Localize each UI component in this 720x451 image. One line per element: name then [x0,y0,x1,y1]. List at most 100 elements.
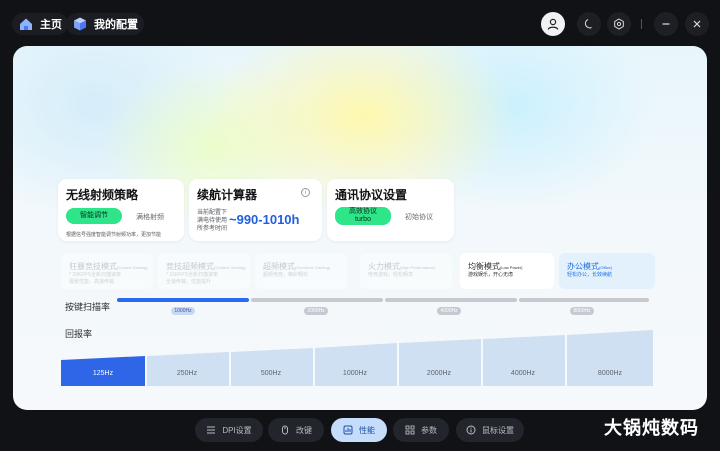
polling-option-4000[interactable] [483,335,565,386]
polling-option-label: 250Hz [176,370,198,377]
minimize-button[interactable] [654,12,678,36]
mode-subtitle: (Contest Gaming) [214,265,246,270]
home-nav-button[interactable]: 主页 [12,13,68,35]
comm-protocol-title: 通讯协议设置 [335,188,408,202]
theme-toggle-button[interactable] [577,12,601,36]
scan-rate-segment-2000[interactable] [251,298,383,302]
user-icon [547,18,559,30]
tab-label: 改键 [296,425,312,435]
scan-rate-tick[interactable]: 2000Hz [304,307,328,315]
battery-calculator-card: 续航计算器 i 当前配置下 满电待使用 所参考时间 ~990-1010h [189,179,322,241]
app-window: 主页 我的配置 无线射频策略 智能调节 满格射频 根据信号强度智能调节射频功率，… [0,0,720,451]
turbo-protocol-option[interactable]: 高效协议 turbo [335,207,391,225]
polling-option-2000[interactable] [399,339,481,386]
mode-subtitle: (High Performance) [400,265,435,270]
tab-label: DPI设置 [222,425,252,435]
home-nav-label: 主页 [40,19,62,31]
polling-option-250[interactable] [147,352,229,386]
mode-title: 办公模式 [567,262,599,271]
scan-rate-tick[interactable]: 4000Hz [437,307,461,315]
mouse-icon [282,425,288,435]
mode-contest-gaming[interactable]: 竞技超频模式(Contest Gaming) * 15KFPS全新扫描速率 全速… [158,253,250,289]
tab-dpi-settings[interactable]: DPI设置 [195,418,263,442]
close-icon [693,20,701,28]
dpi-icon [207,426,216,434]
mode-desc: 电竞游戏，轻松畅享 [368,272,414,278]
turbo-protocol-label: 高效协议 [349,208,377,215]
polling-option-label: 1000Hz [342,370,368,377]
polling-rate-selector[interactable] [61,330,653,386]
battery-desc-line1: 当前配置下 [197,210,228,216]
gear-icon [614,18,624,30]
turbo-protocol-sublabel: turbo [355,216,371,223]
battery-desc-line2: 满电待使用 [197,218,228,224]
settings-button[interactable] [607,12,631,36]
mode-title: 超频模式 [263,262,295,271]
polling-option-8000[interactable] [567,330,653,386]
moon-icon [584,19,592,29]
scan-rate-label: 按键扫描率 [65,302,111,312]
info-icon[interactable]: i [301,188,310,197]
mode-subtitle: (Crazed Gaming) [117,265,148,270]
polling-option-label: 125Hz [92,370,114,377]
mode-subtitle: (Office) [599,265,613,270]
scan-rate-tick[interactable]: 1000Hz [171,307,195,315]
rf-strategy-desc: 根据信号强度智能调节射频功率，更加节能 [66,232,162,238]
scan-rate-tick[interactable]: 8000Hz [570,307,594,315]
polling-option-label: 4000Hz [510,370,536,377]
mode-overdrive-gaming[interactable]: 超频模式(Overdrive Gaming) 超频电竞，精彩畅玩 [255,253,347,289]
tab-label: 参数 [421,425,437,435]
mode-desc: * 15KFPS全新扫描速率 [166,272,218,278]
mode-subtitle: (Overdrive Gaming) [295,265,331,270]
mode-desc-2: 极致性能，高速传输 [69,279,115,285]
polling-option-1000[interactable] [315,343,397,386]
tab-performance[interactable]: 性能 [331,418,387,442]
mode-subtitle: (Low Power) [500,265,523,270]
mode-title: 竞技超频模式 [166,262,214,271]
mode-desc: 超频电竞，精彩畅玩 [263,272,309,278]
home-icon [20,18,32,30]
watermark-text: 大锅炖数码 [604,418,699,438]
title-bar-divider [641,19,642,29]
mode-low-power[interactable]: 均衡模式(Low Power) 游戏娱乐，开心无虑 [460,253,554,289]
title-bar: 主页 我的配置 [0,0,720,46]
comm-protocol-card: 通讯协议设置 高效协议 turbo 初始协议 [327,179,454,241]
tab-key-remap[interactable]: 改键 [268,418,324,442]
rf-smart-adjust-option[interactable]: 智能调节 [66,208,122,224]
performance-panel: 无线射频策略 智能调节 满格射频 根据信号强度智能调节射频功率，更加节能 续航计… [13,46,707,410]
mode-desc: * 20KFPS全新扫描速率 [69,272,121,278]
tab-label: 性能 [359,425,375,435]
mode-title: 火力模式 [368,262,400,271]
my-config-nav-label: 我的配置 [94,19,138,31]
mode-crazed-gaming[interactable]: 狂暴竞技模式(Crazed Gaming) * 20KFPS全新扫描速率 极致性… [61,253,153,289]
polling-option-label: 8000Hz [597,370,623,377]
mode-desc-2: 全速传输，性能提升 [166,279,212,285]
mode-office[interactable]: 办公模式(Office) 轻松办公，长效续航 [559,253,655,289]
initial-protocol-option[interactable]: 初始协议 [405,212,433,222]
battery-life-value: ~990-1010h [229,212,300,227]
tab-mouse-settings[interactable]: 鼠标设置 [456,418,524,442]
polling-option-label: 2000Hz [426,370,452,377]
scan-rate-segment-1000[interactable] [117,298,249,302]
my-config-nav-button[interactable]: 我的配置 [66,13,144,35]
close-button[interactable] [685,12,709,36]
polling-option-label: 500Hz [260,370,282,377]
scan-rate-slider[interactable] [117,298,649,302]
polling-option-500[interactable] [231,348,313,386]
minimize-icon [662,23,670,25]
scan-rate-segment-4000[interactable] [385,298,517,302]
info-icon [466,425,476,435]
user-avatar-button[interactable] [541,12,565,36]
mode-desc: 轻松办公，长效续航 [567,272,613,278]
tab-parameters[interactable]: 参数 [393,418,449,442]
rf-full-power-option[interactable]: 满格射频 [136,212,164,222]
rf-strategy-title: 无线射频策略 [66,188,139,202]
mode-high-performance[interactable]: 火力模式(High Performance) 电竞游戏，轻松畅享 [360,253,452,289]
cube-icon [74,17,86,31]
scan-rate-segment-8000[interactable] [519,298,649,302]
mode-title: 均衡模式 [468,262,500,271]
battery-desc-line3: 所参考时间 [197,226,228,232]
tab-label: 鼠标设置 [482,425,514,435]
battery-calculator-title: 续航计算器 [197,188,258,202]
rf-strategy-card: 无线射频策略 智能调节 满格射频 根据信号强度智能调节射频功率，更加节能 [58,179,184,241]
